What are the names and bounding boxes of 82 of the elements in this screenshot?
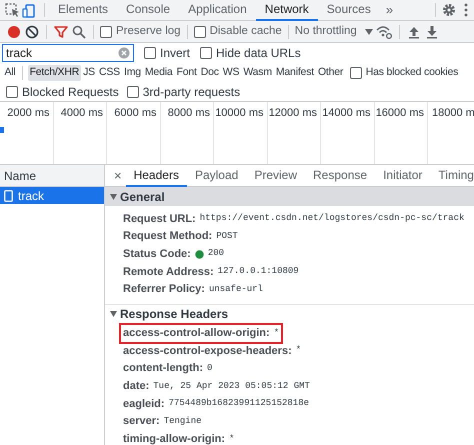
panel-tab[interactable]: Console — [117, 0, 180, 20]
time-tick: 10000 ms — [215, 106, 264, 121]
header-value: 7754489b16823991125152818e — [168, 397, 310, 410]
header-key: timing-allow-origin: — [123, 431, 226, 445]
time-tick: 16000 ms — [376, 106, 424, 121]
header-value: https://event.csdn.net/logstores/csdn-pc-sc/track — [200, 212, 464, 226]
settings-icon[interactable] — [440, 2, 458, 18]
panel-tab[interactable]: Sources — [318, 0, 380, 20]
filter-icon[interactable] — [53, 24, 69, 40]
type-filter-button[interactable]: Wasm — [242, 65, 274, 81]
time-tick: 12000 ms — [268, 106, 317, 121]
type-filter-button[interactable]: CSS — [97, 65, 122, 81]
header-key: content-length: — [123, 360, 204, 377]
expand-triangle-icon — [110, 194, 117, 200]
section-header[interactable]: Response Headers — [105, 304, 474, 324]
header-value: * — [229, 432, 234, 445]
header-key: Request URL: — [123, 210, 196, 228]
dropdown-arrow-icon — [364, 28, 373, 34]
header-key: access-control-allow-origin: — [123, 325, 270, 342]
checkbox[interactable]: Disable cache — [194, 22, 282, 40]
checkbox[interactable]: Invert — [144, 44, 190, 62]
detail-tab[interactable]: Initiator — [375, 164, 430, 186]
type-filter-button[interactable]: Media — [143, 65, 174, 81]
close-button[interactable]: × — [110, 166, 126, 186]
header-key: date: — [123, 378, 150, 395]
checkbox[interactable]: Blocked Requests — [6, 83, 119, 101]
detail-tab[interactable]: Response — [305, 164, 376, 186]
header-key: Referrer Policy: — [123, 281, 205, 298]
type-filter-button[interactable]: Font — [175, 65, 198, 81]
header-key: Status Code: — [123, 246, 191, 262]
detail-tab[interactable]: Timing — [430, 164, 474, 186]
type-filter-button[interactable]: JS — [82, 65, 96, 81]
header-key: eagleid: — [123, 396, 165, 412]
filter-field[interactable]: track — [2, 44, 134, 62]
header-value: * — [296, 344, 302, 358]
header-key: server: — [123, 413, 160, 430]
time-tick: 4000 ms — [60, 106, 103, 121]
search-icon[interactable] — [71, 24, 87, 40]
header-value: 0 — [207, 362, 212, 375]
header-value: * — [274, 326, 280, 340]
status-dot-icon — [194, 250, 204, 259]
document-icon — [4, 190, 13, 202]
more-tabs-button[interactable]: » — [380, 0, 400, 20]
type-filter-button[interactable]: Img — [122, 65, 142, 81]
header-value: Tengine — [164, 414, 202, 428]
network-conditions-icon[interactable] — [374, 24, 393, 40]
header-value: POST — [216, 230, 238, 243]
type-filter-button[interactable]: Doc — [199, 65, 220, 81]
type-filter-button[interactable]: Other — [316, 65, 345, 81]
clear-icon[interactable] — [24, 24, 40, 40]
header-key: access-control-expose-headers: — [123, 342, 292, 360]
header-key: Remote Address: — [123, 264, 214, 280]
time-tick: 8000 ms — [168, 106, 210, 121]
request-bar — [0, 127, 4, 133]
checkbox[interactable]: 3rd-party requests — [126, 83, 240, 101]
expand-triangle-icon — [110, 311, 117, 318]
time-tick: 14000 ms — [322, 106, 370, 121]
checkbox[interactable]: Hide data URLs — [200, 44, 301, 62]
time-tick: 2000 ms — [7, 106, 50, 121]
section-header[interactable]: General — [105, 187, 474, 206]
time-tick: 18000 m — [432, 106, 474, 121]
checkbox[interactable]: Preserve log — [100, 22, 181, 40]
header-value: unsafe-url — [208, 282, 263, 296]
time-tick: 6000 ms — [114, 106, 156, 121]
record-icon[interactable] — [6, 24, 22, 40]
panel-tab[interactable]: Elements — [49, 0, 118, 20]
clear-input-icon[interactable] — [118, 47, 130, 59]
type-filter-button[interactable]: All — [3, 65, 18, 81]
header-value: 127.0.0.1:10809 — [218, 265, 299, 278]
detail-tab[interactable]: Preview — [246, 164, 306, 186]
type-filter-button[interactable]: WS — [221, 65, 241, 81]
panel-tab[interactable]: Application — [179, 0, 256, 20]
type-filter-button[interactable]: Fetch/XHR — [28, 65, 81, 81]
type-filter-button[interactable]: Manifest — [274, 65, 316, 81]
header-value: Tue, 25 Apr 2023 05:05:12 GMT — [153, 380, 310, 393]
checkbox[interactable]: Has blocked cookies — [350, 65, 458, 81]
header-value: 200 — [208, 247, 224, 260]
header-key: Request Method: — [123, 228, 212, 245]
column-header: Name — [0, 165, 104, 187]
detail-tab[interactable]: Payload — [186, 164, 246, 186]
throttling-dropdown[interactable]: No throttling — [294, 22, 373, 40]
request-row[interactable]: track — [0, 187, 104, 204]
